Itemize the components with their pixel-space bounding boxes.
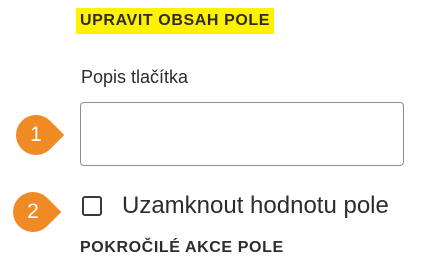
callout-number-2: 2	[27, 200, 39, 223]
section-heading-edit-field-content: UPRAVIT OBSAH POLE	[76, 8, 275, 34]
callout-number-1: 1	[30, 123, 42, 146]
lock-field-value-option[interactable]: Uzamknout hodnotu pole	[82, 191, 389, 221]
lock-field-value-checkbox[interactable]	[82, 196, 102, 216]
button-description-label: Popis tlačítka	[81, 67, 189, 87]
lock-field-value-label[interactable]: Uzamknout hodnotu pole	[122, 191, 389, 221]
advanced-field-actions-heading[interactable]: POKROČILÉ AKCE POLE	[80, 238, 284, 258]
button-description-input[interactable]	[80, 102, 404, 166]
